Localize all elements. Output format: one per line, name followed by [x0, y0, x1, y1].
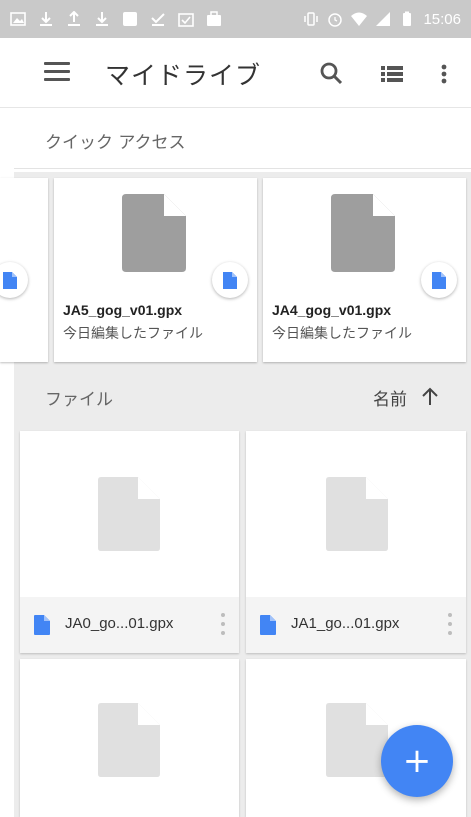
quick-access-label: クイック アクセス	[45, 133, 186, 153]
sort-button[interactable]: 名前	[373, 385, 407, 410]
file-card[interactable]: JA1_go...01.gpx	[246, 431, 466, 653]
doc-icon	[34, 615, 50, 635]
files-label: ファイル	[45, 390, 113, 410]
bag-icon	[207, 11, 221, 26]
check-download-icon	[151, 13, 165, 26]
file-subtitle: 今日編集したファイル	[272, 326, 412, 342]
download-icon	[96, 12, 108, 26]
more-vert-icon[interactable]	[219, 611, 227, 637]
file-icon	[122, 194, 186, 272]
arrow-up-icon[interactable]	[421, 386, 439, 406]
search-icon[interactable]	[316, 58, 348, 90]
doc-badge-icon	[212, 262, 248, 298]
file-thumbnail	[20, 431, 239, 597]
file-card[interactable]: JA0_go...01.gpx	[20, 431, 239, 653]
list-view-icon[interactable]	[376, 58, 408, 90]
file-icon	[98, 477, 160, 551]
new-item-fab[interactable]: +	[381, 725, 453, 797]
file-icon	[326, 477, 388, 551]
signal-icon	[376, 12, 391, 26]
image-icon	[10, 12, 26, 26]
quick-access-card[interactable]: JA4_gog_v01.gpx 今日編集したファイル	[263, 178, 466, 362]
more-vert-icon[interactable]	[428, 58, 460, 90]
app-bar: マイドライブ	[0, 38, 471, 108]
file-name: JA5_gog_v01.gpx	[63, 302, 183, 318]
file-icon	[331, 194, 395, 272]
file-thumbnail	[20, 659, 239, 817]
alarm-icon	[328, 13, 343, 27]
more-vert-icon[interactable]	[446, 611, 454, 637]
wifi-icon	[351, 12, 368, 26]
quick-access-card-partial[interactable]	[0, 178, 48, 362]
file-card[interactable]	[20, 659, 239, 817]
download-icon	[40, 12, 52, 26]
clock: 15:06	[423, 10, 461, 28]
file-thumbnail	[246, 431, 466, 597]
doc-badge-icon	[421, 262, 457, 298]
vibrate-icon	[304, 12, 319, 26]
plus-icon: +	[402, 741, 432, 781]
upload-icon	[68, 11, 80, 26]
file-name: JA0_go...01.gpx	[65, 615, 174, 632]
file-subtitle: 今日編集したファイル	[63, 326, 203, 342]
doc-icon	[260, 615, 276, 635]
status-bar: 15:06	[0, 0, 471, 38]
file-icon	[98, 703, 160, 777]
notification-icons	[10, 11, 222, 27]
checkbox-icon	[178, 13, 194, 27]
file-name: JA1_go...01.gpx	[291, 615, 400, 632]
square-icon	[123, 12, 137, 26]
divider	[14, 168, 471, 169]
quick-access-card[interactable]: JA5_gog_v01.gpx 今日編集したファイル	[54, 178, 257, 362]
system-icons: 15:06	[303, 11, 461, 28]
battery-icon	[403, 11, 412, 26]
file-icon	[326, 703, 388, 777]
file-name: JA4_gog_v01.gpx	[272, 302, 392, 318]
menu-icon[interactable]	[44, 62, 70, 82]
page-title: マイドライブ	[105, 61, 262, 90]
